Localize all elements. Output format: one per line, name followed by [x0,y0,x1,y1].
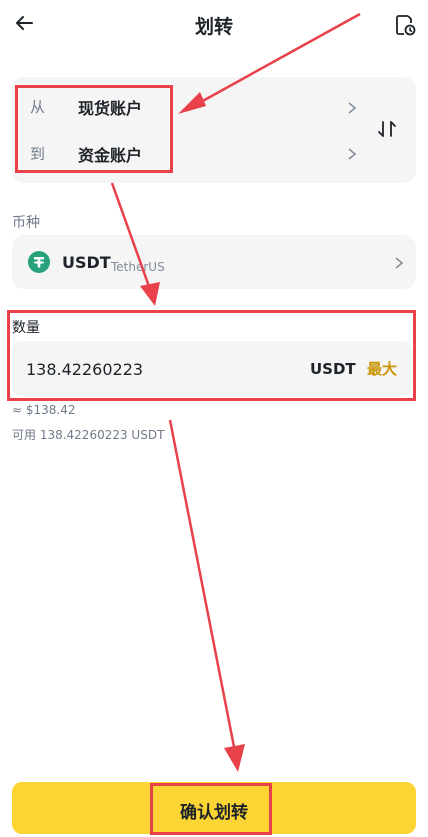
chevron-right-icon [348,148,357,160]
annotation-arrow-to-confirm [168,419,237,753]
annotation-box-accounts [15,85,173,173]
annotation-arrowhead-confirm [224,744,245,772]
to-account-chevron[interactable] [345,146,359,165]
page-title: 划转 [194,16,233,38]
coin-section-label: 币种 [12,215,40,231]
coin-selector-chevron[interactable] [392,255,406,274]
chevron-right-icon [395,257,404,269]
annotation-box-confirm [150,783,272,835]
history-button[interactable] [393,13,417,37]
tether-logo [28,251,50,277]
tether-icon [28,251,50,273]
swap-icon [378,121,396,137]
history-icon [396,15,416,36]
coin-symbol: USDT [62,253,111,272]
swap-accounts-button[interactable] [376,118,398,144]
from-account-chevron[interactable] [345,100,359,119]
available-balance: 可用 138.42260223 USDT [12,428,165,442]
chevron-right-icon [348,102,357,114]
annotation-box-amount [7,310,416,401]
coin-full-name: TetherUS [111,260,165,274]
amount-approx-usd: ≈ $138.42 [12,403,76,417]
